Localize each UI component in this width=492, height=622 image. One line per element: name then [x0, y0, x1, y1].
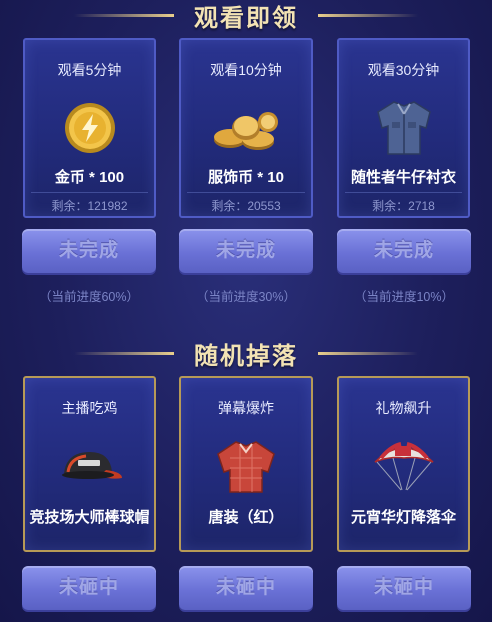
coin-pile-icon	[210, 106, 282, 157]
gold-coin-icon	[64, 102, 116, 159]
card-item-name: 唐装（红）	[208, 509, 284, 526]
title-decoration-right	[318, 352, 418, 355]
progress-text-10min: （当前进度30%）	[195, 290, 297, 304]
card-divider	[187, 192, 305, 193]
card-title: 观看10分钟	[210, 62, 282, 78]
claim-button-5min[interactable]: 未完成	[22, 229, 156, 273]
progress-text-30min: （当前进度10%）	[353, 290, 455, 304]
drop-button-streamer-win[interactable]: 未砸中	[22, 566, 156, 610]
drop-card-streamer-win: 主播吃鸡 竞技场大师棒球帽	[23, 376, 156, 552]
drop-button-gift-surge[interactable]: 未砸中	[337, 566, 471, 610]
card-title: 观看30分钟	[367, 62, 440, 78]
card-title: 礼物飙升	[375, 400, 432, 416]
card-title: 弹幕爆炸	[218, 400, 274, 416]
red-jacket-icon	[216, 438, 276, 499]
card-item-name: 元宵华灯降落伞	[350, 509, 456, 526]
baseball-cap-icon	[56, 446, 124, 491]
card-item-name: 随性者牛仔衬衣	[350, 169, 456, 186]
section-title-watch: 观看即领	[194, 5, 298, 32]
card-divider	[345, 192, 462, 193]
drop-card-gift-surge: 礼物飙升 元宵华灯降落伞	[337, 376, 470, 552]
parachute-icon	[371, 440, 437, 499]
card-item-name: 服饰币 * 10	[208, 169, 284, 186]
reward-card-watch-5min: 观看5分钟 金币 * 100 剩余：121982	[23, 38, 156, 218]
card-item-name: 金币 * 100	[54, 169, 125, 186]
card-title: 观看5分钟	[57, 62, 122, 78]
claim-button-10min[interactable]: 未完成	[179, 229, 313, 273]
card-divider	[31, 192, 148, 193]
drop-card-danmaku-burst: 弹幕爆炸 唐装（红）	[179, 376, 313, 552]
progress-text-5min: （当前进度60%）	[38, 290, 140, 304]
card-remaining-count: 剩余：20553	[211, 199, 281, 213]
section-title-random-drop: 随机掉落	[194, 343, 298, 370]
card-remaining-count: 剩余：2718	[372, 199, 435, 213]
card-item-name: 竞技场大师棒球帽	[29, 509, 150, 526]
card-title: 主播吃鸡	[61, 400, 118, 416]
reward-card-watch-30min: 观看30分钟 随性者牛仔衬衣 剩余：2718	[337, 38, 470, 218]
drop-button-danmaku-burst[interactable]: 未砸中	[179, 566, 313, 610]
title-decoration-right	[318, 14, 418, 17]
claim-button-30min[interactable]: 未完成	[337, 229, 471, 273]
card-remaining-count: 剩余：121982	[51, 199, 128, 213]
denim-shirt-icon	[376, 98, 432, 161]
reward-card-watch-10min: 观看10分钟 服饰币 * 10 剩余：20553	[179, 38, 313, 218]
